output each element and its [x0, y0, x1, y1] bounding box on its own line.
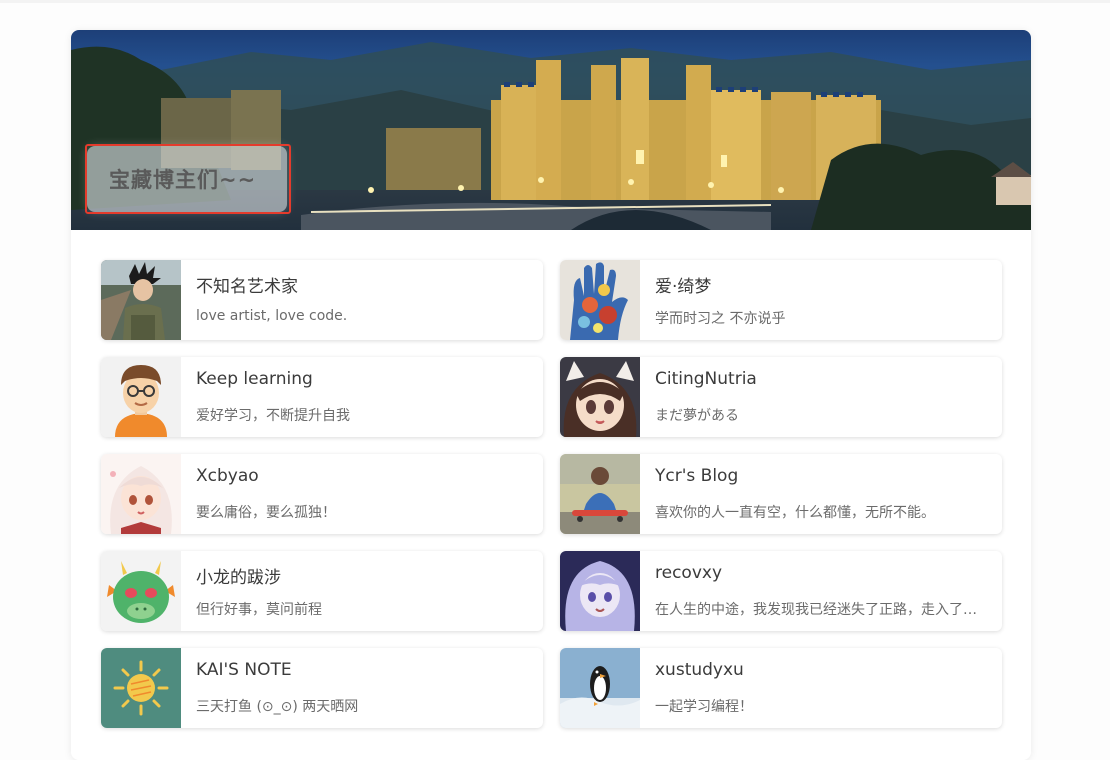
avatar	[101, 454, 181, 534]
friend-description: 爱好学习，不断提升自我	[196, 408, 350, 424]
top-divider	[0, 0, 1110, 3]
friend-description: love artist, love code.	[196, 308, 348, 324]
avatar	[101, 551, 181, 631]
friend-name[interactable]: 爱·绮梦	[655, 272, 711, 297]
avatar	[560, 260, 640, 340]
avatar	[560, 648, 640, 728]
friend-name[interactable]: Ycr's Blog	[655, 466, 738, 486]
friend-description: 在人生的中途，我发现我已经迷失了正路，走入了一座幽暗的森林	[655, 602, 990, 618]
friend-name[interactable]: Xcbyao	[196, 466, 259, 486]
friend-name[interactable]: Keep learning	[196, 369, 313, 389]
friend-card[interactable]: KAI'S NOTE 三天打鱼 (⊙_⊙) 两天晒网	[101, 648, 543, 728]
avatar	[101, 357, 181, 437]
friend-name[interactable]: CitingNutria	[655, 369, 757, 389]
friend-description: 要么庸俗，要么孤独！	[196, 505, 336, 521]
friend-card[interactable]: CitingNutria まだ夢がある	[560, 357, 1002, 437]
banner-title: 宝藏博主们~~	[109, 168, 257, 192]
friend-description: 学而时习之 不亦说乎	[655, 311, 786, 327]
friend-card[interactable]: Xcbyao 要么庸俗，要么孤独！	[101, 454, 543, 534]
friend-card[interactable]: recovxy 在人生的中途，我发现我已经迷失了正路，走入了一座幽暗的森林	[560, 551, 1002, 631]
banner: 宝藏博主们~~	[71, 30, 1031, 230]
avatar	[560, 551, 640, 631]
avatar	[560, 357, 640, 437]
friend-card[interactable]: 爱·绮梦 学而时习之 不亦说乎	[560, 260, 1002, 340]
friend-name[interactable]: 不知名艺术家	[196, 272, 298, 297]
friend-card[interactable]: xustudyxu 一起学习编程！	[560, 648, 1002, 728]
friend-card[interactable]: 小龙的跋涉 但行好事，莫问前程	[101, 551, 543, 631]
friend-name[interactable]: 小龙的跋涉	[196, 563, 281, 588]
friend-description: 喜欢你的人一直有空，什么都懂，无所不能。	[655, 505, 935, 521]
friend-description: 一起学习编程！	[655, 699, 753, 715]
friend-name[interactable]: recovxy	[655, 563, 722, 583]
friend-card[interactable]: Ycr's Blog 喜欢你的人一直有空，什么都懂，无所不能。	[560, 454, 1002, 534]
friends-panel: 宝藏博主们~~ 不知名艺术家 love artist, love code. 爱…	[71, 30, 1031, 760]
avatar	[101, 260, 181, 340]
friend-card[interactable]: Keep learning 爱好学习，不断提升自我	[101, 357, 543, 437]
avatar	[560, 454, 640, 534]
friend-name[interactable]: KAI'S NOTE	[196, 660, 292, 680]
friend-description: 三天打鱼 (⊙_⊙) 两天晒网	[196, 699, 359, 715]
friend-description: 但行好事，莫问前程	[196, 602, 322, 618]
friend-description: まだ夢がある	[655, 408, 739, 424]
friend-name[interactable]: xustudyxu	[655, 660, 744, 680]
friend-card[interactable]: 不知名艺术家 love artist, love code.	[101, 260, 543, 340]
avatar	[101, 648, 181, 728]
